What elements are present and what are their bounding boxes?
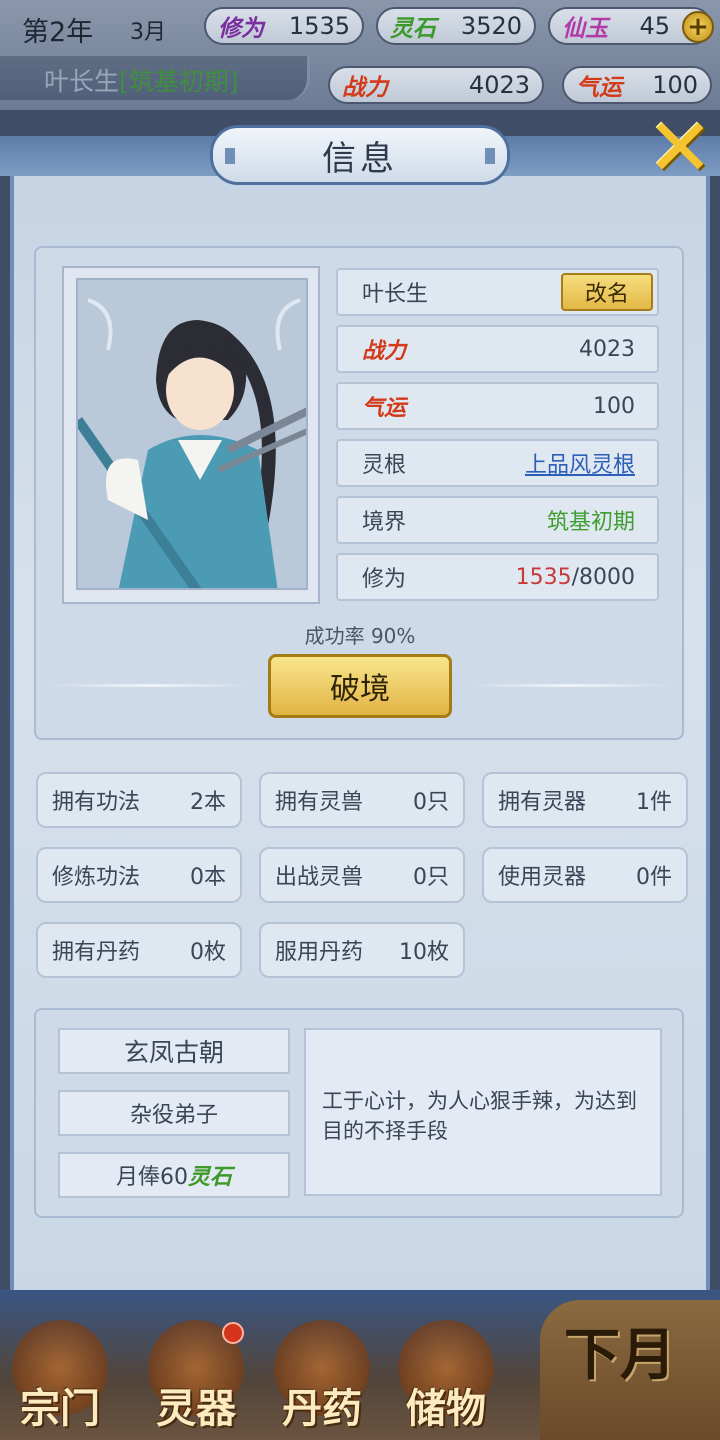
title-cap-right bbox=[485, 148, 495, 164]
nav-sect[interactable]: 宗门 bbox=[0, 1320, 120, 1438]
spirit-stone-stat-label: 灵石 bbox=[390, 15, 436, 42]
cultivation-max: /8000 bbox=[571, 564, 635, 590]
name-row: 叶长生 改名 bbox=[336, 268, 659, 316]
count-cell-pills-owned: 拥有丹药 0枚 bbox=[36, 922, 242, 978]
jade-stat: 仙玉 45 + bbox=[548, 7, 714, 45]
salary-unit: 灵石 bbox=[187, 1164, 232, 1190]
spirit-stone-stat: 灵石 3520 bbox=[376, 7, 536, 45]
realm-value: 筑基初期 bbox=[546, 510, 635, 535]
cultivation-current: 1535 bbox=[515, 564, 572, 590]
count-label: 拥有灵兽 bbox=[275, 790, 364, 815]
nav-storage-label: 储物 bbox=[406, 1385, 486, 1432]
power-label: 战力 bbox=[362, 338, 407, 364]
realm-row: 境界 筑基初期 bbox=[336, 496, 659, 544]
count-cell-techniques-practicing: 修炼功法 0本 bbox=[36, 847, 242, 903]
nav-artifact-label: 灵器 bbox=[156, 1385, 236, 1432]
count-value: 2本 bbox=[190, 790, 226, 815]
count-label: 使用灵器 bbox=[498, 865, 587, 890]
divider-right bbox=[470, 684, 670, 687]
jade-stat-label: 仙玉 bbox=[562, 15, 608, 42]
top-hud: 第2年 3月 修为 1535 灵石 3520 仙玉 45 + 叶长生[筑基初期]… bbox=[0, 0, 720, 110]
character-description: 工于心计，为人心狠手辣，为达到目的不择手段 bbox=[304, 1028, 662, 1196]
month-label: 3月 bbox=[130, 20, 166, 45]
count-value: 0枚 bbox=[190, 940, 226, 965]
luck-stat: 气运 100 bbox=[562, 66, 712, 104]
cultivation-row: 修为 1535/8000 bbox=[336, 553, 659, 601]
character-name: 叶长生 bbox=[362, 282, 429, 307]
next-month-label: 下月 bbox=[564, 1322, 676, 1388]
panel-title-text: 信息 bbox=[322, 138, 398, 179]
salary-amount: 月俸60 bbox=[115, 1165, 188, 1190]
power-stat-value: 4023 bbox=[468, 71, 530, 99]
close-icon[interactable]: ✕ bbox=[644, 108, 716, 188]
power-row: 战力 4023 bbox=[336, 325, 659, 373]
nav-storage[interactable]: 储物 bbox=[386, 1320, 506, 1438]
cultivation-progress: 1535/8000 bbox=[516, 565, 635, 590]
player-realm: [筑基初期] bbox=[119, 67, 239, 96]
count-value: 1件 bbox=[636, 790, 672, 815]
year-label: 第2年 bbox=[22, 17, 94, 48]
notification-dot bbox=[222, 1322, 244, 1344]
spirit-stone-stat-value: 3520 bbox=[460, 12, 522, 40]
count-cell-beasts-owned: 拥有灵兽 0只 bbox=[259, 772, 465, 828]
count-value: 0件 bbox=[636, 865, 672, 890]
spirit-root-link[interactable]: 上品风灵根 bbox=[525, 447, 635, 479]
count-value: 0只 bbox=[413, 790, 449, 815]
spirit-root-row: 灵根 上品风灵根 bbox=[336, 439, 659, 487]
count-value: 0本 bbox=[190, 865, 226, 890]
player-name: 叶长生 bbox=[44, 67, 120, 96]
jade-stat-value: 45 bbox=[639, 12, 670, 40]
luck-row: 气运 100 bbox=[336, 382, 659, 430]
count-label: 出战灵兽 bbox=[275, 865, 364, 890]
cultivation-stat-label: 修为 bbox=[218, 15, 264, 42]
character-illustration bbox=[78, 298, 306, 588]
power-stat: 战力 4023 bbox=[328, 66, 544, 104]
count-cell-artifacts-owned: 拥有灵器 1件 bbox=[482, 772, 688, 828]
count-cell-techniques-owned: 拥有功法 2本 bbox=[36, 772, 242, 828]
count-label: 修炼功法 bbox=[52, 865, 141, 890]
count-label: 拥有丹药 bbox=[52, 940, 141, 965]
sect-name: 玄凤古朝 bbox=[58, 1028, 290, 1074]
player-bar: 叶长生[筑基初期] bbox=[0, 56, 310, 100]
cultivation-label: 修为 bbox=[362, 567, 407, 592]
divider-left bbox=[50, 684, 250, 687]
count-label: 拥有功法 bbox=[52, 790, 141, 815]
next-month-button[interactable]: 下月 bbox=[540, 1300, 720, 1440]
power-value: 4023 bbox=[579, 336, 635, 362]
count-cell-pills-consumed: 服用丹药 10枚 bbox=[259, 922, 465, 978]
luck-stat-label: 气运 bbox=[576, 74, 622, 101]
power-stat-label: 战力 bbox=[342, 74, 388, 101]
sect-salary: 月俸60 灵石 bbox=[58, 1152, 290, 1198]
count-value: 0只 bbox=[413, 865, 449, 890]
spirit-root-label: 灵根 bbox=[362, 453, 407, 478]
luck-label: 气运 bbox=[362, 395, 407, 421]
title-cap-left bbox=[225, 148, 235, 164]
count-value: 10枚 bbox=[399, 940, 449, 965]
success-rate: 成功率 90% bbox=[304, 624, 416, 648]
realm-label: 境界 bbox=[362, 510, 407, 535]
sect-rank: 杂役弟子 bbox=[58, 1090, 290, 1136]
cultivation-stat-value: 1535 bbox=[288, 12, 350, 40]
count-label: 服用丹药 bbox=[275, 940, 364, 965]
nav-pill[interactable]: 丹药 bbox=[262, 1320, 382, 1438]
count-label: 拥有灵器 bbox=[498, 790, 587, 815]
add-jade-button[interactable]: + bbox=[682, 11, 714, 43]
rename-button[interactable]: 改名 bbox=[561, 273, 653, 311]
luck-stat-value: 100 bbox=[652, 71, 698, 99]
breakthrough-button[interactable]: 破境 bbox=[268, 654, 452, 718]
nav-pill-label: 丹药 bbox=[282, 1385, 362, 1432]
character-portrait bbox=[76, 278, 308, 590]
panel-title: 信息 bbox=[210, 125, 510, 185]
nav-sect-label: 宗门 bbox=[20, 1385, 100, 1432]
count-cell-beasts-deployed: 出战灵兽 0只 bbox=[259, 847, 465, 903]
cultivation-stat: 修为 1535 bbox=[204, 7, 364, 45]
luck-value: 100 bbox=[593, 393, 635, 419]
count-cell-artifacts-used: 使用灵器 0件 bbox=[482, 847, 688, 903]
